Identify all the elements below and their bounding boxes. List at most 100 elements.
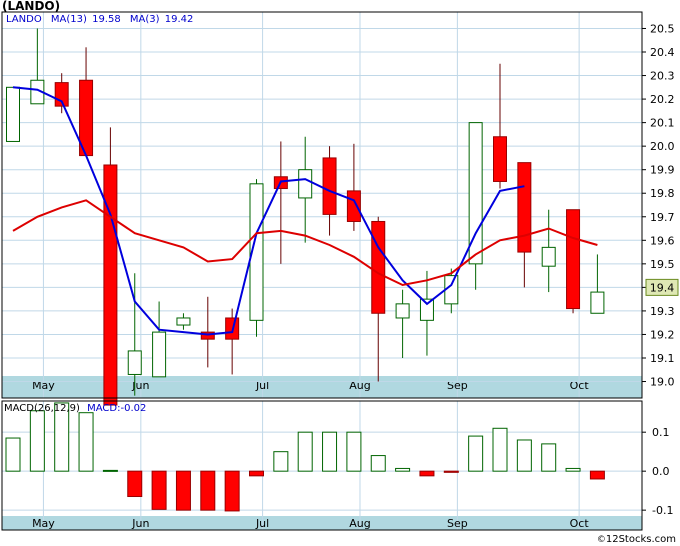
price-y-tick-label: 19.3 (650, 305, 675, 318)
candle-down (371, 216, 386, 382)
macd-bar-positive (516, 439, 532, 472)
price-x-tick-label: May (32, 379, 55, 392)
macd-bar-positive (370, 455, 386, 472)
candle-up (468, 122, 483, 290)
candle-up (298, 136, 313, 243)
macd-bar-negative (175, 470, 191, 511)
price-y-tick-label: 19.6 (650, 234, 675, 247)
candle-down (200, 296, 215, 368)
macd-y-tick-label: 0.1 (652, 426, 670, 439)
macd-x-tick-label: Jul (255, 517, 269, 530)
macd-bar-positive (395, 467, 411, 472)
candle-up (176, 313, 191, 330)
macd-bar-negative (249, 470, 264, 477)
candle-down (346, 143, 361, 231)
candle-body (371, 220, 386, 314)
price-x-tick-label: Jul (255, 379, 269, 392)
candle-body (517, 162, 532, 253)
candle-body (152, 331, 167, 378)
candle-up (590, 254, 605, 314)
candle-body (590, 291, 605, 314)
candle-up (6, 86, 20, 142)
price-axis-band (2, 376, 642, 398)
macd-bar-negative (127, 470, 143, 498)
macd-bar-positive (5, 437, 21, 472)
price-y-tick-label: 19.9 (650, 164, 675, 177)
candle-body (541, 246, 556, 267)
price-y-tick-label: 19.2 (650, 328, 675, 341)
macd-bar-positive (492, 427, 508, 472)
macd-x-tick-label: Aug (349, 517, 370, 530)
price-x-tick-label: Jun (131, 379, 149, 392)
macd-panel: May Jun Jul Aug Sep Oct 0.1 0.0 -0.1 (1, 400, 673, 531)
macd-bar-positive (273, 451, 289, 472)
price-y-tick-label: 20.4 (650, 46, 675, 59)
price-y-tick-label: 19.8 (650, 187, 675, 200)
price-y-tick-label: 20.5 (650, 22, 675, 35)
stock-chart: May Jun Jul Aug Sep Oct 20.5 20.4 20.3 20.2 20.1 20… (1, 11, 679, 531)
candle-up (249, 179, 264, 337)
price-legend: LANDO MA(13) 19.58 MA(3) 19.42 (6, 14, 199, 25)
macd-x-tick-label: May (32, 517, 55, 530)
macd-x-tick-label: Jun (131, 517, 149, 530)
price-x-tick-label: Aug (349, 379, 370, 392)
candle-up (541, 209, 556, 293)
legend-ma13-label: MA(13) (50, 14, 87, 25)
credit-text: 12Stocks.com (605, 534, 676, 545)
macd-bar-positive (297, 431, 313, 472)
macd-bar-positive (346, 431, 362, 472)
macd-x-tick-label: Oct (570, 517, 590, 530)
candle-down (54, 73, 69, 114)
price-y-tick-label: 19.0 (650, 376, 675, 389)
macd-bar-negative (589, 470, 605, 480)
candle-down (517, 162, 532, 288)
candle-body (419, 298, 434, 321)
macd-x-tick-label: Sep (447, 517, 468, 530)
candle-body (566, 209, 581, 310)
candle-down (566, 209, 581, 314)
macd-y-tick-label: -0.1 (652, 504, 673, 517)
macd-value: MACD:-0.02 (87, 403, 147, 414)
copyright-symbol: © (596, 535, 606, 545)
price-panel: May Jun Jul Aug Sep Oct 20.5 20.4 20.3 20.2 20.1 20… (1, 11, 679, 406)
macd-axis-band (2, 516, 642, 530)
macd-bar-negative (200, 470, 216, 511)
candle-body (298, 169, 313, 199)
candle-body (322, 157, 337, 215)
legend-ma13-value: 19.58 (92, 14, 121, 25)
legend-ma3-value: 19.42 (164, 14, 194, 25)
candle-body (395, 303, 410, 319)
price-y-tick-label: 20.0 (650, 140, 675, 153)
candle-down (225, 308, 240, 375)
candle-up (152, 301, 167, 378)
price-y-tick-label: 19.7 (650, 211, 675, 224)
candle-body (6, 86, 20, 142)
candle-body (127, 350, 142, 375)
candle-up (419, 270, 434, 356)
macd-bar-negative (151, 470, 167, 510)
macd-y-tick-label: 0.0 (652, 465, 670, 478)
candle-down (273, 141, 288, 264)
price-x-tick-label: Oct (570, 379, 590, 392)
price-frame (1, 11, 643, 399)
macd-bar-positive (565, 467, 581, 472)
candle-down (493, 63, 507, 189)
last-price-label: 19.4 (650, 281, 675, 294)
site-credit: ©12Stocks.com (597, 534, 676, 545)
candle-down (103, 127, 118, 406)
candle-down (79, 47, 94, 157)
price-y-tick-label: 20.1 (650, 117, 675, 130)
price-y-tick-label: 19.1 (650, 352, 675, 365)
macd-bar-negative (443, 470, 459, 473)
macd-bar-positive (322, 431, 338, 472)
macd-bar-negative (419, 470, 435, 477)
macd-bar-positive (468, 435, 484, 472)
price-y-tick-label: 19.5 (650, 258, 675, 271)
price-y-tick-label: 20.3 (650, 70, 675, 83)
candle-body (346, 190, 361, 222)
macd-label: MACD(26,12,9) (4, 403, 80, 414)
legend-ma3-label: MA(3) (129, 14, 160, 25)
candle-body (493, 136, 507, 182)
price-y-tick-label: 20.2 (650, 93, 675, 106)
price-x-tick-label: Sep (447, 379, 468, 392)
